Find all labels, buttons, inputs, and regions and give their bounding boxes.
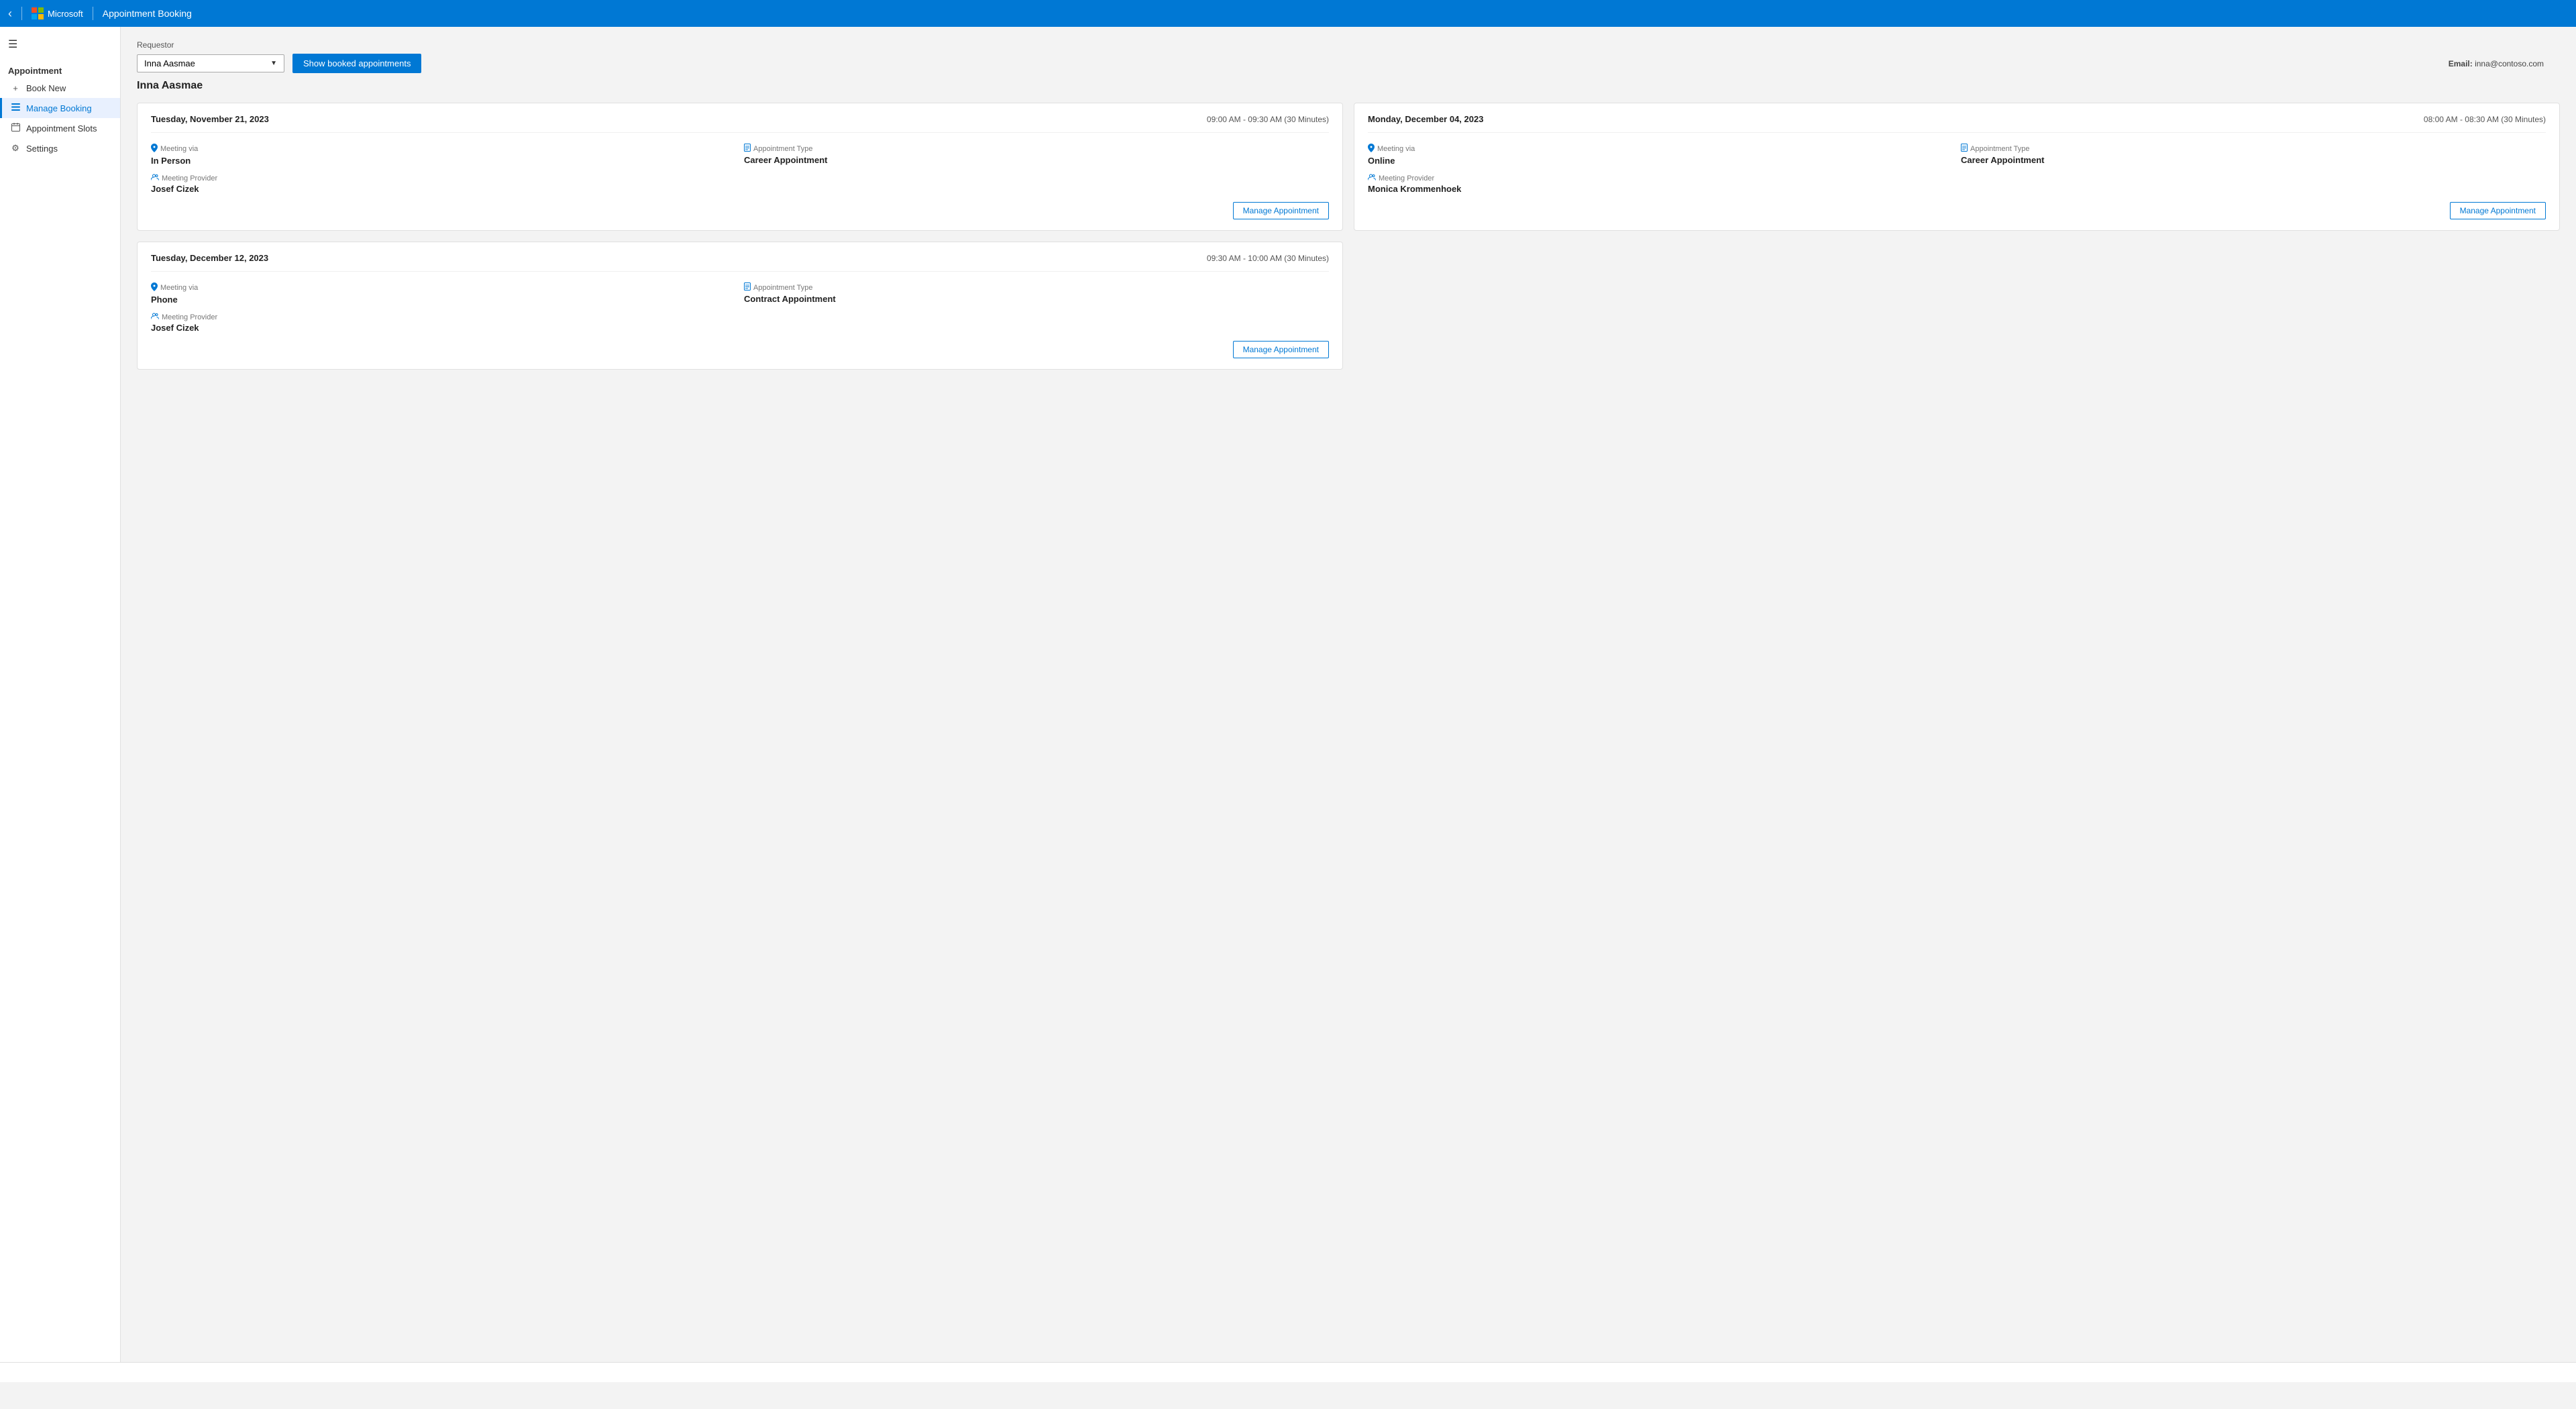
card-2-appt-type-label: Appointment Type bbox=[1961, 144, 2546, 154]
requestor-dropdown[interactable]: Inna Aasmae ▼ bbox=[137, 54, 284, 72]
ms-sq-red bbox=[32, 7, 37, 13]
gear-icon: ⚙ bbox=[10, 143, 21, 154]
sidebar-item-book-new[interactable]: + Book New bbox=[0, 79, 120, 98]
card-3-appt-type-field: Appointment Type Contract Appointment bbox=[744, 282, 1329, 305]
card-1-date: Tuesday, November 21, 2023 bbox=[151, 114, 269, 124]
location-icon bbox=[151, 144, 158, 154]
card-2-meeting-via-label: Meeting via bbox=[1368, 144, 1953, 154]
bottom-bar bbox=[0, 1362, 2576, 1382]
sidebar-item-settings[interactable]: ⚙ Settings bbox=[0, 138, 120, 158]
card-2-footer: Manage Appointment bbox=[1368, 202, 2546, 219]
requestor-label: Requestor bbox=[137, 40, 2560, 50]
card-2-time: 08:00 AM - 08:30 AM (30 Minutes) bbox=[2424, 115, 2546, 124]
card-2-appt-type-field: Appointment Type Career Appointment bbox=[1961, 144, 2546, 166]
email-info: Email: inna@contoso.com bbox=[2449, 59, 2544, 68]
email-label: Email: bbox=[2449, 59, 2473, 68]
show-booked-button[interactable]: Show booked appointments bbox=[292, 54, 421, 73]
sidebar-item-manage-booking[interactable]: Manage Booking bbox=[0, 98, 120, 118]
sidebar-item-appointment-slots[interactable]: Appointment Slots bbox=[0, 118, 120, 138]
microsoft-logo: Microsoft bbox=[32, 7, 83, 19]
people-icon-2 bbox=[1368, 174, 1376, 182]
card-1-meeting-via-value: In Person bbox=[151, 156, 736, 166]
appointment-card-1: Tuesday, November 21, 2023 09:00 AM - 09… bbox=[137, 103, 1343, 231]
card-1-provider-label: Meeting Provider bbox=[151, 174, 736, 182]
main-content: Requestor Inna Aasmae ▼ Show booked appo… bbox=[121, 27, 2576, 1382]
plus-icon: + bbox=[10, 83, 21, 93]
card-1-header: Tuesday, November 21, 2023 09:00 AM - 09… bbox=[151, 114, 1329, 133]
card-3-provider-value: Josef Cizek bbox=[151, 323, 736, 333]
card-1-appt-type-field: Appointment Type Career Appointment bbox=[744, 144, 1329, 166]
card-1-provider-field: Meeting Provider Josef Cizek bbox=[151, 174, 736, 194]
ms-sq-yellow bbox=[38, 14, 44, 19]
card-3-provider-label: Meeting Provider bbox=[151, 313, 736, 321]
people-icon bbox=[151, 174, 159, 182]
document-icon-3 bbox=[744, 282, 751, 293]
list-icon bbox=[10, 103, 21, 113]
card-2-meeting-via-field: Meeting via Online bbox=[1368, 144, 1953, 166]
appointment-card-3: Tuesday, December 12, 2023 09:30 AM - 10… bbox=[137, 242, 1343, 370]
ms-sq-green bbox=[38, 7, 44, 13]
people-icon-3 bbox=[151, 313, 159, 321]
card-2-provider-field: Meeting Provider Monica Krommenhoek bbox=[1368, 174, 1953, 194]
topbar: ‹ Microsoft Appointment Booking bbox=[0, 0, 2576, 27]
manage-appointment-button-2[interactable]: Manage Appointment bbox=[2450, 202, 2546, 219]
card-1-time: 09:00 AM - 09:30 AM (30 Minutes) bbox=[1207, 115, 1329, 124]
topbar-divider bbox=[21, 7, 22, 20]
card-3-body: Meeting via Phone bbox=[151, 282, 1329, 333]
card-2-date: Monday, December 04, 2023 bbox=[1368, 114, 1483, 124]
card-3-date: Tuesday, December 12, 2023 bbox=[151, 253, 268, 263]
document-icon-2 bbox=[1961, 144, 1968, 154]
card-3-time: 09:30 AM - 10:00 AM (30 Minutes) bbox=[1207, 254, 1329, 263]
card-3-footer: Manage Appointment bbox=[151, 341, 1329, 358]
card-1-meeting-via-field: Meeting via In Person bbox=[151, 144, 736, 166]
appointment-card-2: Monday, December 04, 2023 08:00 AM - 08:… bbox=[1354, 103, 2560, 231]
sidebar-label-settings: Settings bbox=[26, 144, 58, 154]
location-icon-2 bbox=[1368, 144, 1375, 154]
app-title: Appointment Booking bbox=[103, 8, 192, 19]
back-button[interactable]: ‹ bbox=[8, 7, 12, 21]
requestor-header: Requestor Inna Aasmae ▼ Show booked appo… bbox=[137, 40, 2560, 92]
card-3-provider-field: Meeting Provider Josef Cizek bbox=[151, 313, 736, 333]
sidebar-label-appointment-slots: Appointment Slots bbox=[26, 123, 97, 134]
requestor-row: Inna Aasmae ▼ Show booked appointments E… bbox=[137, 54, 2560, 73]
card-3-header: Tuesday, December 12, 2023 09:30 AM - 10… bbox=[151, 253, 1329, 272]
ms-logo-squares bbox=[32, 7, 44, 19]
sidebar-label-book-new: Book New bbox=[26, 83, 66, 93]
card-3-meeting-via-field: Meeting via Phone bbox=[151, 282, 736, 305]
sidebar-section-title: Appointment bbox=[0, 62, 120, 79]
card-2-body: Meeting via Online bbox=[1368, 144, 2546, 194]
card-1-appt-type-label: Appointment Type bbox=[744, 144, 1329, 154]
card-2-provider-value: Monica Krommenhoek bbox=[1368, 184, 1953, 194]
hamburger-button[interactable]: ☰ bbox=[0, 32, 120, 56]
calendar-icon bbox=[10, 123, 21, 134]
appointments-grid: Tuesday, November 21, 2023 09:00 AM - 09… bbox=[137, 103, 2560, 370]
card-3-meeting-via-value: Phone bbox=[151, 295, 736, 305]
card-1-footer: Manage Appointment bbox=[151, 202, 1329, 219]
manage-appointment-button-3[interactable]: Manage Appointment bbox=[1233, 341, 1329, 358]
requestor-select-value: Inna Aasmae bbox=[144, 58, 195, 68]
card-3-appt-type-label: Appointment Type bbox=[744, 282, 1329, 293]
document-icon bbox=[744, 144, 751, 154]
card-1-meeting-via-label: Meeting via bbox=[151, 144, 736, 154]
chevron-down-icon: ▼ bbox=[270, 60, 277, 67]
ms-label: Microsoft bbox=[48, 9, 83, 19]
manage-appointment-button-1[interactable]: Manage Appointment bbox=[1233, 202, 1329, 219]
location-icon-3 bbox=[151, 282, 158, 293]
sidebar: ☰ Appointment + Book New Manage Booking bbox=[0, 27, 121, 1382]
card-1-appt-type-value: Career Appointment bbox=[744, 155, 1329, 165]
card-1-provider-value: Josef Cizek bbox=[151, 184, 736, 194]
card-2-header: Monday, December 04, 2023 08:00 AM - 08:… bbox=[1368, 114, 2546, 133]
card-2-provider-label: Meeting Provider bbox=[1368, 174, 1953, 182]
sidebar-label-manage-booking: Manage Booking bbox=[26, 103, 92, 113]
card-2-appt-type-value: Career Appointment bbox=[1961, 155, 2546, 165]
requestor-name-display: Inna Aasmae bbox=[137, 80, 2560, 92]
card-1-body: Meeting via In Person bbox=[151, 144, 1329, 194]
email-value: inna@contoso.com bbox=[2475, 59, 2544, 68]
ms-sq-blue bbox=[32, 14, 37, 19]
card-3-meeting-via-label: Meeting via bbox=[151, 282, 736, 293]
card-3-appt-type-value: Contract Appointment bbox=[744, 294, 1329, 304]
card-2-meeting-via-value: Online bbox=[1368, 156, 1953, 166]
